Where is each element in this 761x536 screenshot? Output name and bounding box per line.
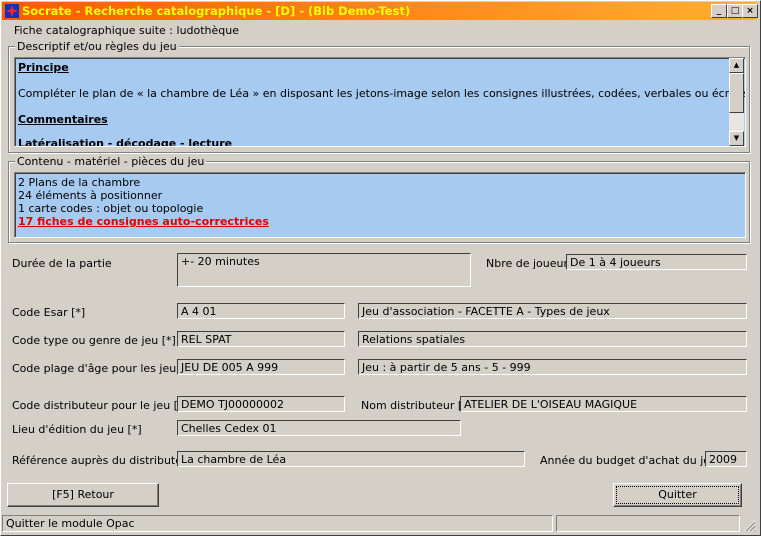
contenu-line: 1 carte codes : objet ou topologie (18, 202, 204, 215)
joueurs-field[interactable]: De 1 à 4 joueurs (566, 254, 747, 270)
app-icon (5, 4, 19, 18)
scroll-down-icon[interactable]: ▼ (729, 131, 744, 146)
commentaires-heading: Commentaires (18, 113, 108, 126)
partial-text: Latéralisation - décodage - lecture (18, 137, 233, 147)
descriptif-label: Descriptif et/ou règles du jeu (15, 40, 179, 53)
lieu-label: Lieu d'édition du jeu [*] (12, 423, 142, 436)
contenu-highlight: 17 fiches de consignes auto-correctrices (18, 215, 269, 228)
annee-field[interactable]: 2009 (705, 451, 747, 467)
age-label: Code plage d'âge pour les jeux [*] (12, 362, 201, 375)
form-heading: Fiche catalographique suite : ludothèque (14, 24, 240, 37)
type-label: Code type ou genre de jeu [*] (12, 334, 176, 347)
close-button[interactable]: × (742, 4, 758, 18)
esar-label: Code Esar [*] (12, 306, 86, 319)
contenu-textarea[interactable]: 2 Plans de la chambre 24 éléments à posi… (14, 172, 746, 238)
age-field[interactable]: JEU DE 005 A 999 (177, 359, 345, 375)
duree-field[interactable]: +- 20 minutes (177, 253, 471, 287)
principe-heading: Principe (18, 61, 69, 74)
descriptif-textarea[interactable]: Principe Compléter le plan de « la chamb… (14, 57, 746, 147)
duree-label: Durée de la partie (12, 257, 112, 270)
nom-distrib-field[interactable]: ATELIER DE L'OISEAU MAGIQUE (460, 396, 747, 412)
contenu-line: 24 éléments à positionner (18, 189, 163, 202)
age-description: Jeu : à partir de 5 ans - 5 - 999 (358, 359, 747, 375)
status-panel (556, 515, 740, 532)
title-bar[interactable]: Socrate - Recherche catalographique - [D… (2, 2, 758, 20)
principe-text: Compléter le plan de « la chambre de Léa… (18, 87, 746, 100)
distrib-field[interactable]: DEMO TJ00000002 (177, 396, 345, 412)
nom-distrib-label: Nom distributeur [*] (361, 399, 472, 412)
quitter-button[interactable]: Quitter (613, 483, 742, 507)
annee-label: Année du budget d'achat du jeu (540, 454, 718, 467)
minimize-button[interactable]: _ (711, 4, 727, 18)
window-title: Socrate - Recherche catalographique - [D… (22, 4, 411, 18)
resize-grip-icon[interactable] (742, 518, 756, 532)
contenu-line: 2 Plans de la chambre (18, 176, 141, 189)
maximize-button[interactable]: □ (727, 4, 743, 18)
contenu-label: Contenu - matériel - pièces du jeu (15, 155, 207, 168)
type-field[interactable]: REL SPAT (177, 331, 345, 347)
retour-button[interactable]: [F5] Retour (7, 483, 159, 507)
joueurs-label: Nbre de joueurs (486, 257, 574, 270)
scroll-up-icon[interactable]: ▲ (729, 58, 744, 73)
descriptif-scrollbar[interactable]: ▲ ▼ (729, 58, 744, 146)
ref-field[interactable]: La chambre de Léa (177, 451, 525, 467)
distrib-label: Code distributeur pour le jeu [*] (12, 399, 188, 412)
scroll-thumb[interactable] (729, 73, 744, 113)
lieu-field[interactable]: Chelles Cedex 01 (177, 420, 461, 436)
esar-field[interactable]: A 4 01 (177, 303, 345, 319)
status-text: Quitter le module Opac (2, 515, 553, 532)
ref-label: Référence auprès du distributeur (12, 454, 194, 467)
type-description: Relations spatiales (358, 331, 747, 347)
esar-description: Jeu d'association - FACETTE A - Types de… (358, 303, 747, 319)
